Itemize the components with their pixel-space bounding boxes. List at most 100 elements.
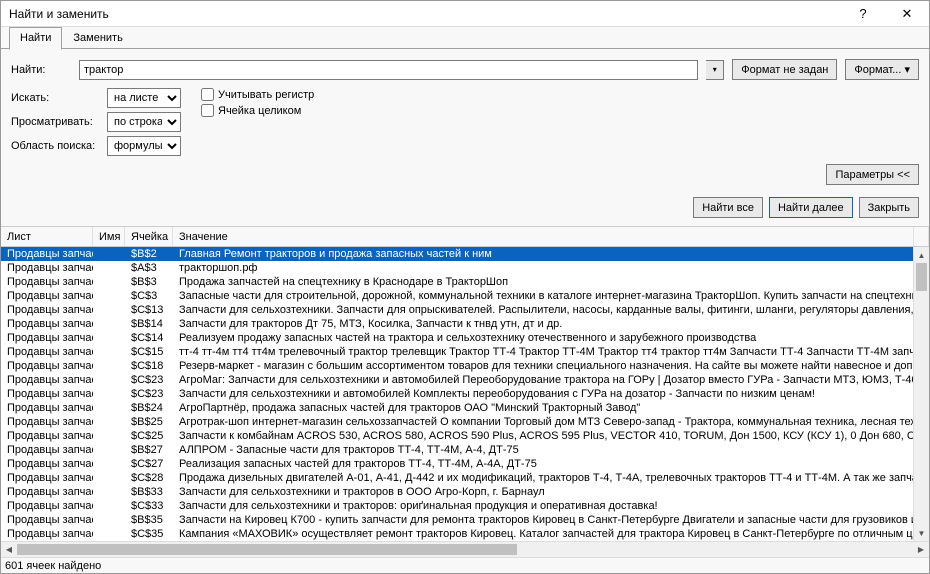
table-row[interactable]: Продавцы запчаст... $B$27АЛПРОМ - Запасны… bbox=[1, 443, 929, 457]
vertical-scrollbar[interactable]: ▲ ▼ bbox=[913, 247, 929, 541]
column-cell[interactable]: Ячейка bbox=[125, 227, 173, 246]
cell-list: Продавцы запчаст... bbox=[1, 332, 93, 344]
scroll-down-icon[interactable]: ▼ bbox=[914, 525, 929, 541]
cell-ref: $C$35 bbox=[125, 528, 173, 540]
cell-ref: $B$33 bbox=[125, 486, 173, 498]
table-row[interactable]: Продавцы запчаст...$B$24АгроПартнёр, про… bbox=[1, 401, 929, 415]
column-list[interactable]: Лист bbox=[1, 227, 93, 246]
scroll-up-icon[interactable]: ▲ bbox=[914, 247, 929, 263]
cell-value: Главная Ремонт тракторов и продажа запас… bbox=[173, 248, 929, 260]
table-row[interactable]: Продавцы запчаст... $B$35Запчасти на Киро… bbox=[1, 513, 929, 527]
match-case-checkbox[interactable]: Учитывать регистр bbox=[201, 88, 314, 101]
cell-list: Продавцы запчаст... bbox=[1, 472, 93, 484]
cell-list: Продавцы запчаст... bbox=[1, 486, 93, 498]
cell-list: Продавцы запчаст... bbox=[1, 416, 93, 428]
results-grid: Лист Имя Ячейка Значение Продавцы запчас… bbox=[1, 227, 929, 557]
cell-value: Агротрак-шоп интернет-магазин сельхоззап… bbox=[173, 416, 929, 428]
scroll-left-icon[interactable]: ◀ bbox=[1, 542, 17, 557]
cell-list: Продавцы запчаст... bbox=[1, 458, 93, 470]
find-history-dropdown[interactable]: ▾ bbox=[706, 60, 724, 80]
search-scope-select[interactable]: на листе bbox=[107, 88, 181, 108]
tab-find[interactable]: Найти bbox=[9, 27, 62, 50]
scroll-thumb[interactable] bbox=[916, 263, 927, 291]
column-name[interactable]: Имя bbox=[93, 227, 125, 246]
cell-value: АЛПРОМ - Запасные части для тракторов ТТ… bbox=[173, 444, 929, 456]
cell-ref: $B$35 bbox=[125, 514, 173, 526]
format-status[interactable]: Формат не задан bbox=[732, 59, 837, 80]
cell-value: Запчасти для сельхозтехники и тракторов:… bbox=[173, 500, 929, 512]
hscroll-thumb[interactable] bbox=[17, 544, 517, 555]
cell-ref: $C$13 bbox=[125, 304, 173, 316]
table-row[interactable]: Продавцы запчаст...$C$15тт-4 тт-4м тт4 т… bbox=[1, 345, 929, 359]
cell-ref: $C$15 bbox=[125, 346, 173, 358]
cell-list: Продавцы запчаст... bbox=[1, 290, 93, 302]
table-row[interactable]: Продавцы запчаст...$A$3тракторшоп.рф bbox=[1, 261, 929, 275]
find-all-button[interactable]: Найти все bbox=[693, 197, 763, 218]
search-scope-label: Искать: bbox=[11, 92, 101, 104]
cell-ref: $C$33 bbox=[125, 500, 173, 512]
cell-ref: $C$25 bbox=[125, 430, 173, 442]
tabs: Найти Заменить bbox=[1, 27, 929, 49]
table-row[interactable]: Продавцы запчаст...$C$14Реализуем продаж… bbox=[1, 331, 929, 345]
status-text: 601 ячеек найдено bbox=[5, 560, 101, 572]
titlebar-title: Найти и заменить bbox=[9, 7, 841, 21]
cell-list: Продавцы запчаст... bbox=[1, 346, 93, 358]
find-input[interactable] bbox=[79, 60, 698, 80]
cell-list: Продавцы запчаст... bbox=[1, 444, 93, 456]
cell-value: Запчасти для сельхозтехники. Запчасти дл… bbox=[173, 304, 929, 316]
cell-value: тракторшоп.рф bbox=[173, 262, 929, 274]
cell-list: Продавцы запчаст... bbox=[1, 304, 93, 316]
cell-ref: $B$14 bbox=[125, 318, 173, 330]
table-row[interactable]: Продавцы запчаст... $B$25Агротрак-шоп инт… bbox=[1, 415, 929, 429]
table-row[interactable]: Продавцы запчаст...$C$25Запчасти к комба… bbox=[1, 429, 929, 443]
table-row[interactable]: Продавцы запчаст...$C$35Кампания «МАХОВИ… bbox=[1, 527, 929, 541]
titlebar: Найти и заменить ? ✕ bbox=[1, 1, 929, 27]
table-row[interactable]: Продавцы запчаст...$C$3Запасные части дл… bbox=[1, 289, 929, 303]
table-row[interactable]: Продавцы запчаст...$B$3Продажа запчастей… bbox=[1, 275, 929, 289]
format-button[interactable]: Формат... ▾ bbox=[845, 59, 919, 80]
table-row[interactable]: Продавцы запчаст... $B$33Запчасти для сел… bbox=[1, 485, 929, 499]
table-row[interactable]: Продавцы запчаст...$C$27Реализация запас… bbox=[1, 457, 929, 471]
find-next-button[interactable]: Найти далее bbox=[769, 197, 853, 218]
cell-value: Запчасти к комбайнам ACROS 530, ACROS 58… bbox=[173, 430, 929, 442]
cell-value: Запасные части для строительной, дорожно… bbox=[173, 290, 929, 302]
find-label: Найти: bbox=[11, 64, 71, 76]
whole-cell-checkbox[interactable]: Ячейка целиком bbox=[201, 104, 314, 117]
column-value[interactable]: Значение bbox=[173, 227, 913, 246]
table-row[interactable]: Продавцы запчаст...$B$2Главная Ремонт тр… bbox=[1, 247, 929, 261]
cell-ref: $B$3 bbox=[125, 276, 173, 288]
cell-value: Запчасти для сельхозтехники и автомобиле… bbox=[173, 388, 929, 400]
cell-ref: $A$3 bbox=[125, 262, 173, 274]
cell-ref: $B$24 bbox=[125, 402, 173, 414]
cell-list: Продавцы запчаст... bbox=[1, 528, 93, 540]
search-area-select[interactable]: формулы bbox=[107, 136, 181, 156]
help-button[interactable]: ? bbox=[841, 1, 885, 27]
search-direction-label: Просматривать: bbox=[11, 116, 101, 128]
cell-list: Продавцы запчаст... bbox=[1, 514, 93, 526]
table-row[interactable]: Продавцы запчаст...$C$23АгроМаг: Запчаст… bbox=[1, 373, 929, 387]
table-row[interactable]: Продавцы запчаст...$C$33Запчасти для сел… bbox=[1, 499, 929, 513]
cell-ref: $C$18 bbox=[125, 360, 173, 372]
cell-ref: $B$2 bbox=[125, 248, 173, 260]
close-button[interactable]: Закрыть bbox=[859, 197, 919, 218]
table-row[interactable]: Продавцы запчаст...$C$28Продажа дизельны… bbox=[1, 471, 929, 485]
table-row[interactable]: Продавцы запчаст... $C$13Запчасти для сел… bbox=[1, 303, 929, 317]
table-row[interactable]: Продавцы запчаст...$C$23Запчасти для сел… bbox=[1, 387, 929, 401]
close-icon[interactable]: ✕ bbox=[885, 1, 929, 27]
table-row[interactable]: Продавцы запчаст...$B$14Запчасти для тра… bbox=[1, 317, 929, 331]
cell-value: Реализация запасных частей для тракторов… bbox=[173, 458, 929, 470]
cell-list: Продавцы запчаст... bbox=[1, 374, 93, 386]
cell-value: Запчасти на Кировец К700 - купить запчас… bbox=[173, 514, 929, 526]
cell-list: Продавцы запчаст... bbox=[1, 360, 93, 372]
cell-value: Запчасти для сельхозтехники и тракторов … bbox=[173, 486, 929, 498]
cell-ref: $B$27 bbox=[125, 444, 173, 456]
tab-replace[interactable]: Заменить bbox=[62, 27, 133, 49]
scroll-right-icon[interactable]: ▶ bbox=[913, 542, 929, 557]
cell-ref: $B$25 bbox=[125, 416, 173, 428]
search-direction-select[interactable]: по строкам bbox=[107, 112, 181, 132]
cell-value: Продажа дизельных двигателей А-01, А-41,… bbox=[173, 472, 929, 484]
cell-value: Запчасти для тракторов Дт 75, МТЗ, Косил… bbox=[173, 318, 929, 330]
horizontal-scrollbar[interactable]: ◀ ▶ bbox=[1, 541, 929, 557]
table-row[interactable]: Продавцы запчаст...$C$18Резерв-маркет - … bbox=[1, 359, 929, 373]
options-toggle-button[interactable]: Параметры << bbox=[826, 164, 919, 185]
